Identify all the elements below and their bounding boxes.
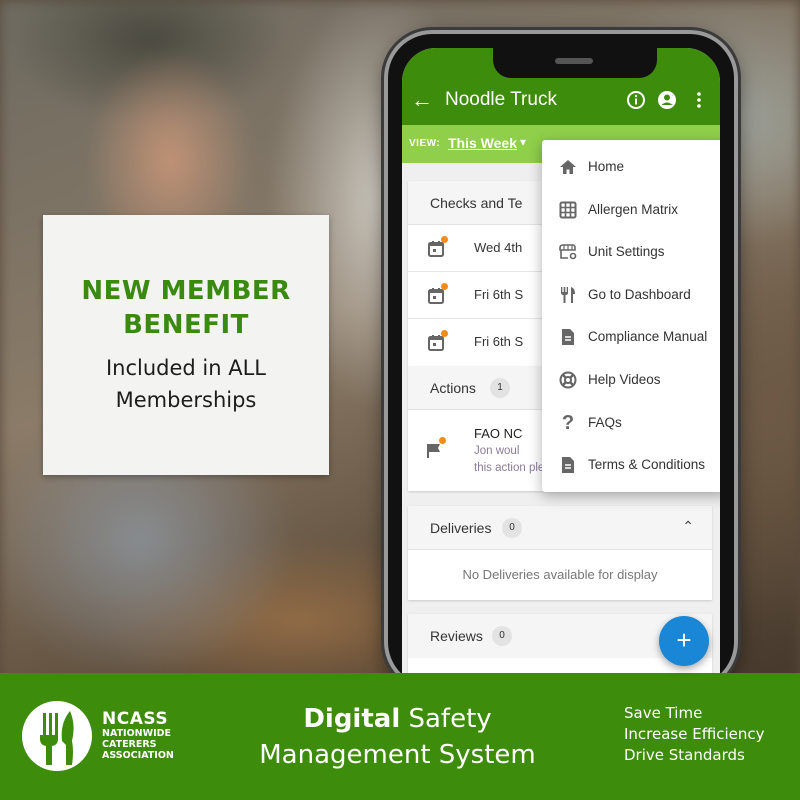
menu-item-help-videos[interactable]: Help Videos: [542, 359, 720, 402]
deliveries-count-badge: 0: [502, 518, 522, 538]
notification-dot: [441, 283, 448, 290]
document-icon: [562, 329, 574, 346]
promo-title-line1: NEW MEMBER: [81, 276, 291, 306]
promo-card: NEW MEMBER BENEFIT Included in ALL Membe…: [43, 215, 329, 475]
utensils-icon: [561, 286, 575, 303]
chevron-up-icon[interactable]: ⌃: [682, 518, 694, 535]
headline-rest: Safety: [400, 704, 492, 734]
lifebuoy-icon: [559, 371, 577, 389]
phone-notch: [493, 48, 657, 78]
menu-item-label: Help Videos: [588, 371, 661, 387]
menu-item-home[interactable]: Home: [542, 146, 720, 189]
speaker: [555, 58, 593, 64]
info-icon[interactable]: [626, 90, 646, 110]
flag-icon: [427, 444, 440, 458]
footer-headline: Digital Safety Management System: [225, 701, 570, 773]
overflow-menu: Home Allergen Matrix Unit Settings Go to…: [542, 140, 720, 492]
account-icon[interactable]: [657, 90, 677, 110]
chevron-down-icon[interactable]: ▾: [520, 135, 526, 149]
promo-subtitle-line1: Included in ALL: [105, 356, 267, 380]
document-icon: [562, 457, 574, 474]
deliveries-header[interactable]: Deliveries 0 ⌃: [408, 506, 712, 550]
check-date: Wed 4th: [474, 240, 523, 255]
deliveries-title: Deliveries: [430, 520, 492, 536]
store-settings-icon: [559, 244, 577, 260]
reviews-count-badge: 0: [492, 626, 512, 646]
menu-item-unit-settings[interactable]: Unit Settings: [542, 231, 720, 274]
fork-knife-icon: [40, 711, 74, 765]
headline-line2: Management System: [259, 740, 536, 770]
view-label: VIEW:: [409, 138, 441, 149]
add-button[interactable]: +: [659, 616, 709, 666]
menu-item-go-to-dashboard[interactable]: Go to Dashboard: [542, 274, 720, 317]
action-text: Jon woul: [474, 445, 520, 457]
menu-item-faqs[interactable]: ? FAQs: [542, 402, 720, 445]
footer-banner: NCASS NATIONWIDE CATERERS ASSOCIATION Di…: [0, 673, 800, 800]
tagline: Drive Standards: [624, 746, 745, 764]
deliveries-empty-message: No Deliveries available for display: [462, 567, 658, 582]
org-line1: NATIONWIDE: [102, 728, 171, 739]
checks-title: Checks and Te: [430, 195, 523, 211]
promo-title-line2: BENEFIT: [123, 310, 249, 340]
org-line3: ASSOCIATION: [102, 750, 174, 761]
org-name: NCASS NATIONWIDE CATERERS ASSOCIATION: [102, 710, 174, 761]
ncass-logo: [22, 701, 92, 771]
grid-icon: [559, 201, 577, 219]
menu-item-label: Unit Settings: [588, 244, 665, 260]
home-icon: [560, 160, 576, 174]
promo-subtitle-line2: Memberships: [115, 388, 257, 412]
view-period-dropdown[interactable]: This Week: [448, 135, 517, 151]
org-line2: CATERERS: [102, 739, 157, 750]
app-title: Noodle Truck: [445, 89, 557, 110]
menu-item-allergen-matrix[interactable]: Allergen Matrix: [542, 189, 720, 232]
deliveries-card: Deliveries 0 ⌃ No Deliveries available f…: [408, 506, 712, 600]
org-short-name: NCASS: [102, 709, 169, 729]
headline-bold: Digital: [303, 704, 401, 734]
more-vert-icon[interactable]: [689, 90, 709, 110]
menu-item-label: Allergen Matrix: [588, 201, 679, 217]
actions-title: Actions: [430, 380, 476, 396]
check-date: Fri 6th S: [474, 334, 524, 349]
arrow-left-icon[interactable]: ←: [411, 88, 433, 112]
menu-item-label: Home: [588, 159, 625, 174]
actions-count-badge: 1: [490, 378, 510, 398]
menu-item-label: Compliance Manual: [588, 329, 708, 345]
notification-dot: [439, 437, 446, 444]
notification-dot: [441, 330, 448, 337]
tagline: Increase Efficiency: [624, 725, 765, 743]
menu-item-label: Go to Dashboard: [588, 286, 691, 302]
question-icon: ?: [561, 411, 575, 434]
phone-screen: ← Noodle Truck VIEW: This Week ▾ Checks …: [402, 48, 720, 688]
phone-mockup: ← Noodle Truck VIEW: This Week ▾ Checks …: [384, 30, 738, 690]
menu-item-label: FAQs: [588, 414, 622, 430]
menu-item-terms-conditions[interactable]: Terms & Conditions: [542, 444, 720, 487]
reviews-title: Reviews: [430, 628, 483, 644]
notification-dot: [441, 236, 448, 243]
check-date: Fri 6th S: [474, 287, 524, 302]
action-title: FAO NC: [474, 426, 523, 441]
menu-item-compliance-manual[interactable]: Compliance Manual: [542, 316, 720, 359]
tagline: Save Time: [624, 704, 703, 722]
taglines: Save Time Increase Efficiency Drive Stan…: [624, 703, 765, 766]
menu-item-label: Terms & Conditions: [588, 457, 706, 473]
